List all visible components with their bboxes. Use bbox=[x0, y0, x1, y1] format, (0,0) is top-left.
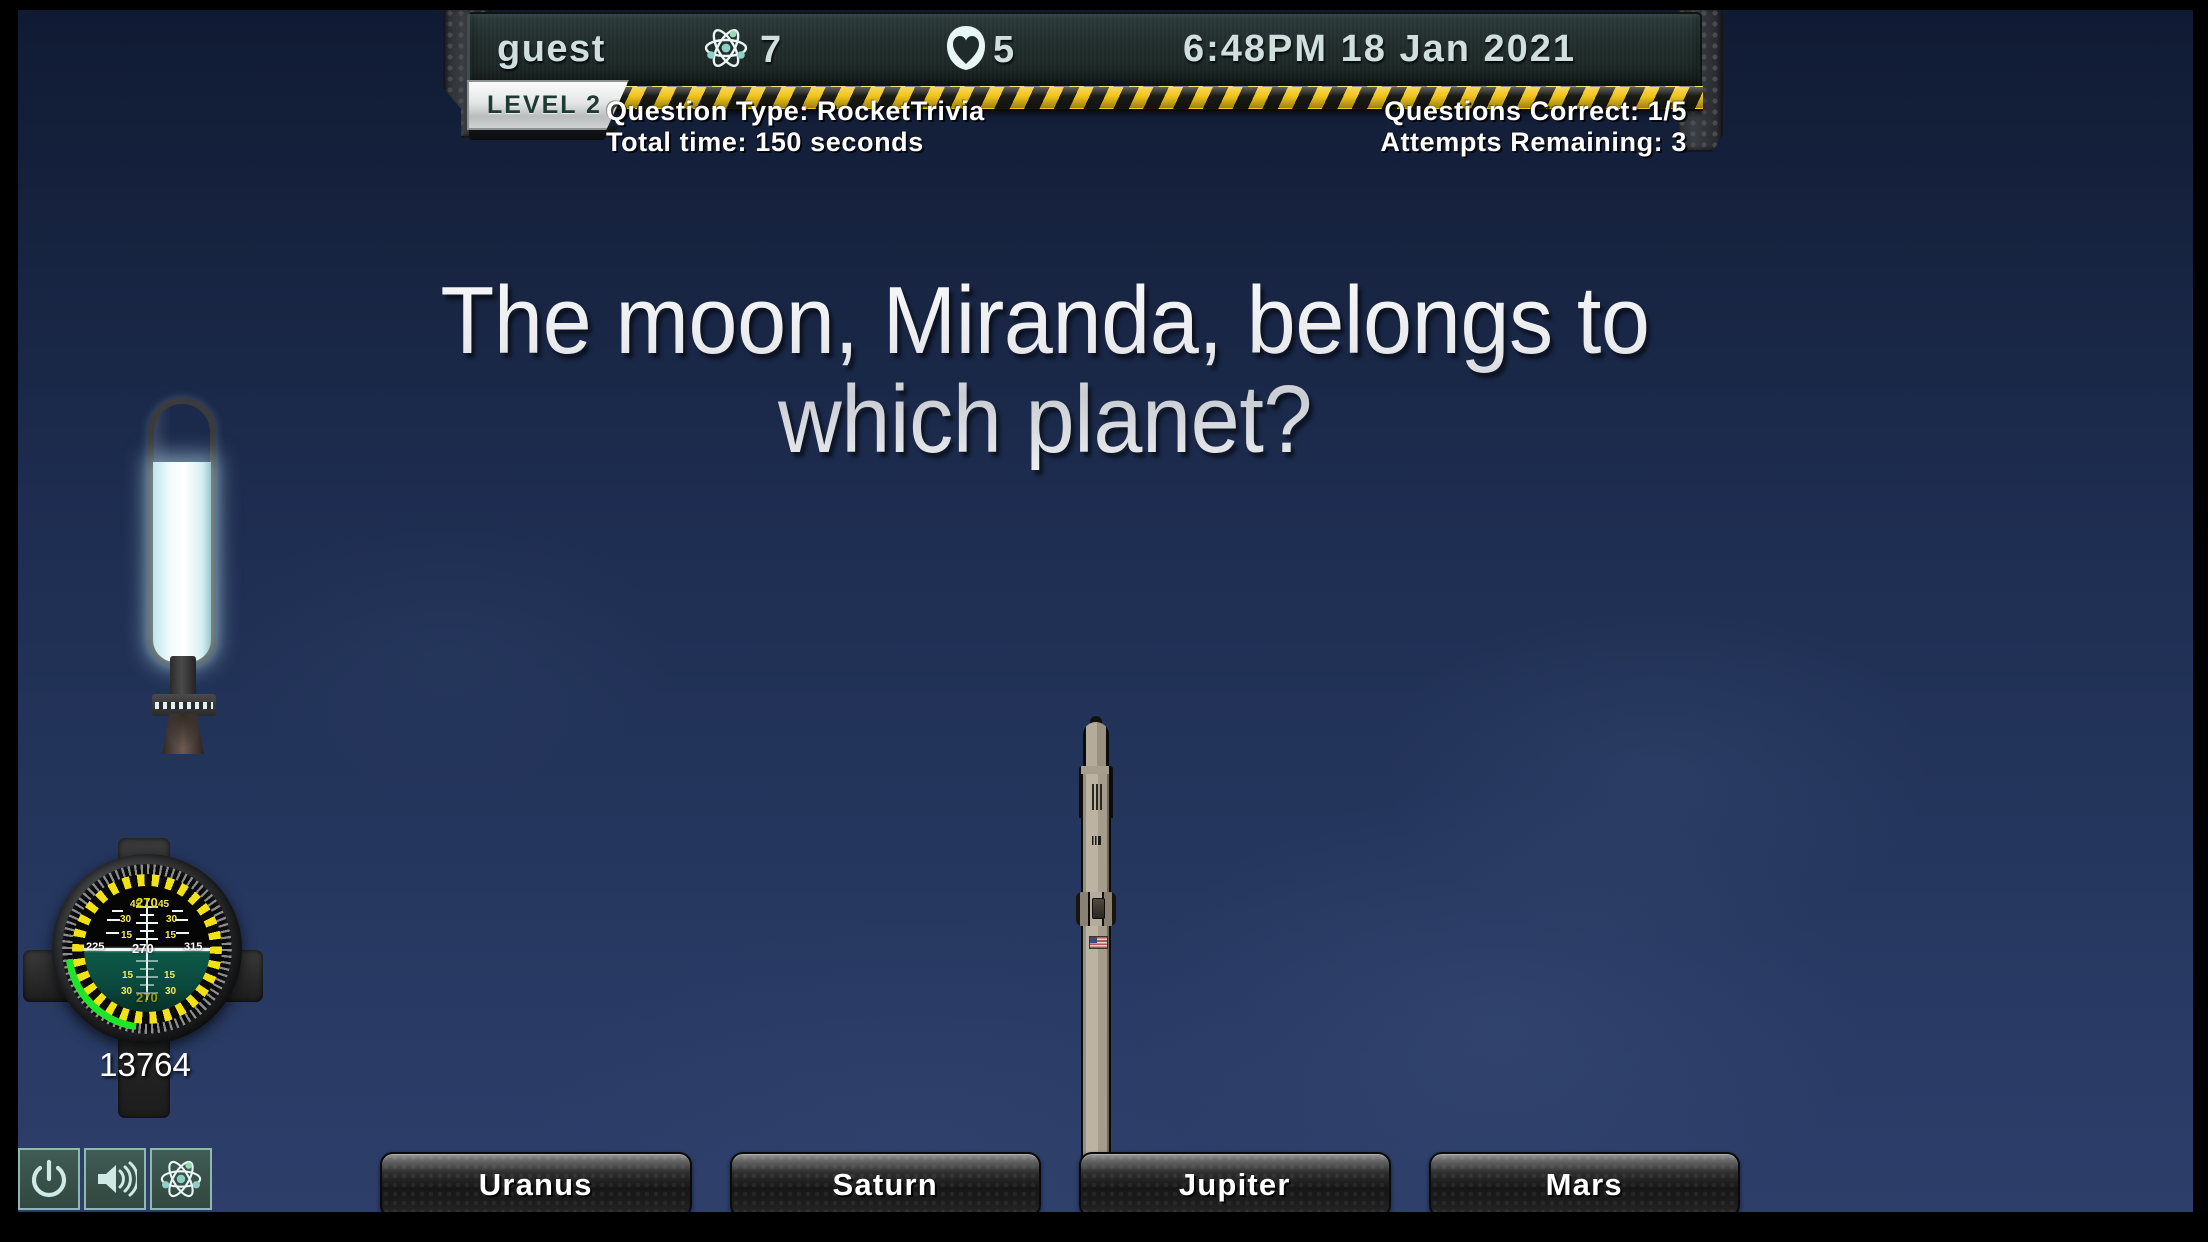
lives-count-label: 5 bbox=[993, 29, 1016, 71]
screen-border-bottom bbox=[0, 1212, 2208, 1242]
adi-side-bar bbox=[107, 919, 120, 921]
adi-horizon-ball: 45 45 30 30 15 15 15 15 30 30 270 270 27… bbox=[84, 886, 210, 1012]
adi-pitch-label-lower: 15 bbox=[164, 970, 176, 981]
hud-header: guest 7 5 6:48PM 18 Jan 2021 LEVEL 2 Que… bbox=[443, 0, 1763, 160]
answer-button-1-label: Uranus bbox=[478, 1167, 593, 1202]
rocket-hatch bbox=[1092, 898, 1105, 919]
adi-heading-right: 315 bbox=[184, 941, 203, 953]
answer-button-3[interactable]: Jupiter bbox=[1079, 1152, 1391, 1218]
atom-icon bbox=[158, 1156, 204, 1202]
power-button[interactable] bbox=[18, 1148, 80, 1210]
hud-top-row: guest 7 5 6:48PM 18 Jan 2021 bbox=[467, 12, 1697, 86]
atom-count-label: 7 bbox=[760, 29, 783, 71]
hud-stats-row-2: Total time: 150 seconds Attempts Remaini… bbox=[595, 127, 1705, 158]
rocket-nozzle-icon bbox=[162, 714, 204, 754]
adi-pitch-bar bbox=[140, 968, 154, 970]
answer-button-4-label: Mars bbox=[1545, 1167, 1623, 1202]
heart-icon bbox=[945, 24, 987, 77]
screen-border-left bbox=[0, 0, 18, 1242]
adi-bezel: 45 45 30 30 15 15 15 15 30 30 270 270 27… bbox=[62, 864, 232, 1034]
rocket-stripe bbox=[1100, 784, 1102, 810]
atom-counter: 7 bbox=[702, 24, 783, 77]
adi-pitch-bar bbox=[140, 914, 154, 916]
volume-icon bbox=[93, 1157, 137, 1201]
answer-button-row: Uranus Saturn Jupiter Mars bbox=[380, 1152, 1740, 1218]
total-time-label: Total time: 150 seconds bbox=[606, 127, 924, 157]
atom-icon bbox=[702, 24, 750, 77]
fuel-tank-gauge bbox=[140, 398, 232, 754]
adi-pitch-label-lower: 15 bbox=[122, 970, 134, 981]
rocket-stripe bbox=[1092, 784, 1094, 810]
clock-label: 6:48PM 18 Jan 2021 bbox=[1183, 28, 1577, 70]
adi-pitch-label: 30 bbox=[120, 914, 132, 925]
rocket-stripe bbox=[1096, 784, 1098, 810]
answer-button-1[interactable]: Uranus bbox=[380, 1152, 692, 1218]
answer-button-4[interactable]: Mars bbox=[1428, 1152, 1740, 1218]
answer-button-3-label: Jupiter bbox=[1178, 1167, 1291, 1202]
altitude-readout: 13764 bbox=[99, 1046, 191, 1083]
adi-pitch-label: 15 bbox=[165, 930, 177, 941]
fuel-tank-indicator-lights bbox=[155, 702, 213, 709]
adi-side-bar bbox=[112, 910, 123, 912]
rocket-logo-decal bbox=[1092, 836, 1101, 845]
adi-pitch-bar bbox=[136, 922, 158, 924]
screen-border-top bbox=[0, 0, 2208, 10]
adi-pitch-label-lower: 30 bbox=[165, 986, 177, 997]
game-screen: guest 7 5 6:48PM 18 Jan 2021 LEVEL 2 Que… bbox=[0, 0, 2208, 1242]
username-label: guest bbox=[497, 28, 606, 70]
adi-bottom-heading: 270 bbox=[136, 990, 158, 1005]
adi-side-bar bbox=[106, 932, 119, 934]
attempts-remaining-label: Attempts Remaining: 3 bbox=[1380, 127, 1687, 157]
adi-heading-center: 270 bbox=[132, 941, 154, 956]
questions-correct-label: Questions Correct: 1/5 bbox=[1384, 96, 1687, 126]
sound-button[interactable] bbox=[84, 1148, 146, 1210]
hud-stats-row-1: Question Type: RocketTrivia Questions Co… bbox=[595, 96, 1705, 127]
adi-side-bar bbox=[172, 910, 183, 912]
science-button[interactable] bbox=[150, 1148, 212, 1210]
lives-counter: 5 bbox=[945, 24, 1016, 77]
attitude-indicator: 45 45 30 30 15 15 15 15 30 30 270 270 27… bbox=[20, 832, 270, 1132]
adi-pitch-label-lower: 30 bbox=[121, 986, 133, 997]
question-text: The moon, Miranda, belongs to which plan… bbox=[387, 271, 1703, 470]
fuel-tank-level bbox=[153, 462, 211, 662]
answer-button-2-label: Saturn bbox=[832, 1167, 938, 1202]
adi-pitch-label: 30 bbox=[166, 914, 178, 925]
usa-flag-canton bbox=[1090, 937, 1097, 943]
adi-pitch-label: 15 bbox=[121, 930, 133, 941]
level-badge-label: LEVEL 2 bbox=[487, 90, 602, 119]
adi-pitch-label: 45 bbox=[158, 899, 170, 910]
screen-border-right bbox=[2193, 0, 2208, 1242]
hud-stats: Question Type: RocketTrivia Questions Co… bbox=[595, 96, 1705, 158]
answer-button-2[interactable]: Saturn bbox=[729, 1152, 1041, 1218]
adi-pitch-bar bbox=[136, 976, 158, 978]
control-bar bbox=[18, 1148, 212, 1212]
adi-side-bar bbox=[176, 932, 189, 934]
adi-pitch-bar bbox=[140, 984, 154, 986]
adi-heading-left: 225 bbox=[86, 941, 105, 953]
adi-pitch-bar bbox=[136, 960, 158, 962]
power-icon bbox=[27, 1157, 71, 1201]
adi-pitch-bar bbox=[140, 930, 154, 932]
adi-pitch-bar bbox=[136, 938, 158, 940]
adi-top-heading: 270 bbox=[136, 895, 158, 910]
question-type-label: Question Type: RocketTrivia bbox=[606, 96, 985, 126]
